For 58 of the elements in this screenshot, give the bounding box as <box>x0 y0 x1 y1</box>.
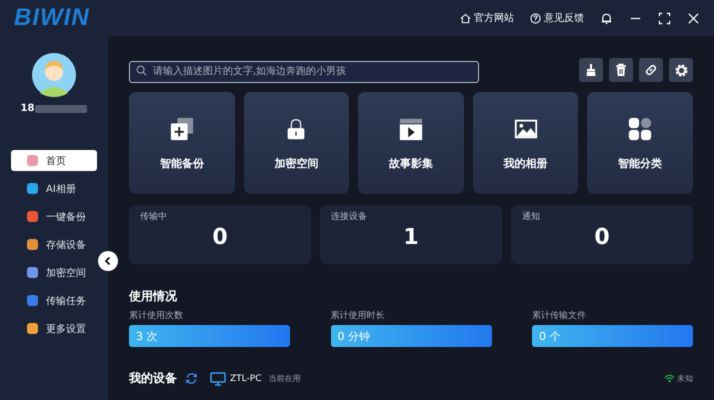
video-icon <box>398 116 424 142</box>
feature-card[interactable]: 加密空间 <box>244 92 350 194</box>
nav-item[interactable]: 更多设置 <box>11 318 97 339</box>
device-status: 当前在用 <box>268 373 300 384</box>
chevron-left-icon <box>103 256 113 266</box>
feature-card[interactable]: 智能备份 <box>129 92 235 194</box>
search-field[interactable]: 请输入描述图片的文字,如海边奔跑的小男孩 <box>129 60 479 82</box>
add-copy-icon <box>168 116 195 142</box>
feature-card[interactable]: 我的相册 <box>472 92 578 194</box>
stat-value: 0 <box>594 225 610 250</box>
usage-value: 3 次 <box>129 325 290 347</box>
trash-icon <box>614 63 628 77</box>
header-link[interactable]: 官方网站 <box>460 11 514 25</box>
help-icon <box>530 12 541 24</box>
phone-number: 18 <box>20 103 34 114</box>
search-icon <box>136 64 147 76</box>
redacted-mark <box>35 104 88 112</box>
stat-label: 通知 <box>522 210 540 223</box>
close-icon[interactable] <box>687 12 700 24</box>
device-name: ZTL-PC <box>230 374 262 384</box>
usage-label: 累计使用次数 <box>129 310 183 322</box>
feature-card[interactable]: 故事影集 <box>358 92 464 194</box>
settings-icon <box>674 62 688 78</box>
nav-item[interactable]: 存储设备 <box>11 234 97 255</box>
settings-button[interactable] <box>669 58 693 82</box>
grid-icon <box>627 116 654 142</box>
wifi-icon <box>664 374 675 383</box>
stat-value: 0 <box>212 225 228 250</box>
trash-button[interactable] <box>609 58 633 82</box>
usage-label: 累计传输文件 <box>532 310 586 322</box>
monitor-icon <box>210 372 226 386</box>
section-title: 我的设备 <box>129 370 177 387</box>
collapse-button[interactable] <box>98 251 118 271</box>
nav-item[interactable]: 加密空间 <box>11 262 97 283</box>
refresh-icon[interactable] <box>185 372 198 385</box>
stat-label: 连接设备 <box>331 210 367 223</box>
nav-item[interactable]: 传输任务 <box>11 290 97 311</box>
link-icon <box>644 63 658 77</box>
brush-button[interactable] <box>579 58 603 82</box>
usage-value: 0 分钟 <box>330 325 492 347</box>
stat-value: 1 <box>403 225 419 250</box>
usage-label: 累计使用时长 <box>330 310 384 322</box>
feature-card[interactable]: 智能分类 <box>587 92 693 194</box>
brush-icon <box>584 63 598 77</box>
logo: BIWIN <box>14 4 90 32</box>
stat-label: 传输中 <box>140 210 167 223</box>
bell-icon[interactable] <box>600 12 613 24</box>
usage-value: 0 个 <box>532 325 693 347</box>
network-status: 未知 <box>677 373 693 384</box>
home-icon <box>460 12 471 24</box>
avatar[interactable] <box>32 53 76 97</box>
header-link[interactable]: 意见反馈 <box>530 11 584 25</box>
fullscreen-icon[interactable] <box>658 12 671 24</box>
nav-item[interactable]: AI相册 <box>11 178 97 199</box>
nav-item[interactable]: 首页 <box>11 150 97 171</box>
nav-item[interactable]: 一键备份 <box>11 206 97 227</box>
section-title: 使用情况 <box>129 288 177 305</box>
link-button[interactable] <box>639 58 663 82</box>
